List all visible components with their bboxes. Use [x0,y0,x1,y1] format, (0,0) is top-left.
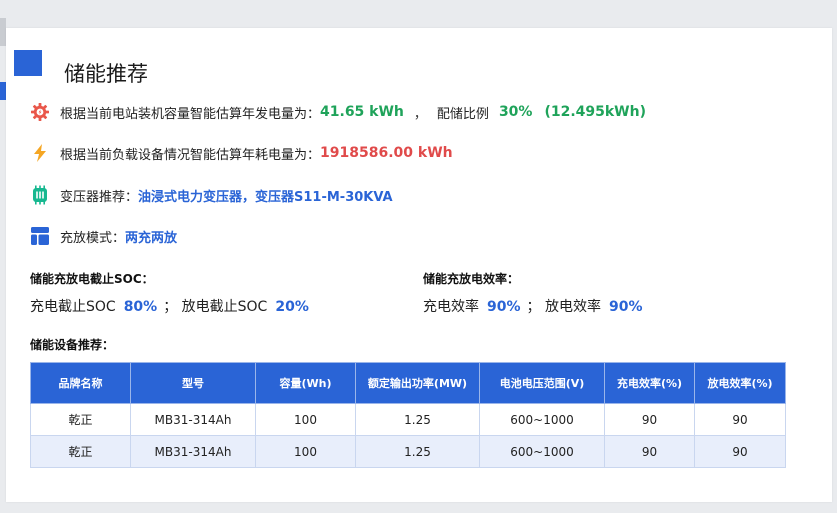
title-accent-square [14,50,42,76]
consumption-row: 根据当前负载设备情况智能估算年耗电量为： 1918586.00 kWh [30,140,453,166]
cell-discharge-efficiency: 90 [694,403,786,436]
efficiency-heading: 储能充放电效率： [423,272,520,286]
soc-separator: ； [163,299,178,315]
transformer-label: 变压器推荐： [60,189,139,205]
efficiency-line: 充电效率 90% ； 放电效率 90% [423,296,648,316]
column-header-charge-efficiency: 充电效率(%) [604,362,695,404]
generation-separator: ， [413,106,427,122]
efficiency-discharge-value: 90% [608,299,643,315]
column-header-brand: 品牌名称 [30,362,131,404]
storage-ratio-label: 配储比例 [436,106,489,122]
table-header-row: 品牌名称 型号 容量(Wh) 额定输出功率(MW) 电池电压范围(V) 充电效率… [30,362,786,404]
efficiency-discharge-label: 放电效率 [544,299,601,315]
storage-ratio-detail: (12.495kWh) [544,104,646,120]
cell-voltage-range: 600~1000 [479,403,605,436]
cell-charge-efficiency: 90 [604,435,695,468]
generation-value: 41.65 kWh [320,104,404,120]
soc-discharge-label: 放电截止SOC [181,299,268,315]
soc-charge-label: 充电截止SOC [30,299,116,315]
generation-row: 根据当前电站装机容量智能估算年发电量为： 41.65 kWh ， 配储比例 30… [30,99,646,125]
cell-discharge-efficiency: 90 [694,435,786,468]
cell-charge-efficiency: 90 [604,403,695,436]
column-header-model: 型号 [130,362,256,404]
consumption-value: 1918586.00 kWh [320,145,453,161]
chip-icon [30,185,50,205]
cell-model: MB31-314Ah [130,403,256,436]
efficiency-charge-label: 充电效率 [423,299,479,315]
charge-mode-value: 两充两放 [125,230,178,246]
table-row[interactable]: 乾正 MB31-314Ah 100 1.25 600~1000 90 90 [30,435,786,468]
lightning-icon [30,143,50,163]
layout-icon [30,226,50,246]
column-header-capacity: 容量(Wh) [255,362,356,404]
soc-line: 充电截止SOC 80% ； 放电截止SOC 20% [30,296,315,316]
cell-voltage-range: 600~1000 [479,435,605,468]
cell-model: MB31-314Ah [130,435,256,468]
soc-charge-value: 80% [123,299,158,315]
generation-label: 根据当前电站装机容量智能估算年发电量为： [60,106,321,122]
table-row[interactable]: 乾正 MB31-314Ah 100 1.25 600~1000 90 90 [30,403,786,436]
efficiency-separator: ； [526,299,541,315]
soc-heading: 储能充放电截止SOC： [30,272,154,286]
column-header-rated-power: 额定输出功率(MW) [355,362,480,404]
page-title: 储能推荐 [64,62,148,86]
cell-rated-power: 1.25 [355,403,480,436]
cell-brand: 乾正 [30,435,131,468]
soc-discharge-value: 20% [275,299,309,315]
cell-capacity: 100 [255,403,356,436]
charge-mode-row: 充放模式： 两充两放 [30,223,177,249]
cell-rated-power: 1.25 [355,435,480,468]
cell-capacity: 100 [255,435,356,468]
column-header-discharge-efficiency: 放电效率(%) [694,362,786,404]
recommendation-panel: 储能推荐 根据当前电站装机容量智能估算年发电量为： 41.65 kWh ， 配储… [6,28,832,502]
equipment-table: 品牌名称 型号 容量(Wh) 额定输出功率(MW) 电池电压范围(V) 充电效率… [30,362,786,468]
storage-ratio-value: 30% [498,104,533,120]
column-header-voltage-range: 电池电压范围(V) [479,362,605,404]
charge-mode-label: 充放模式： [60,230,126,246]
consumption-label: 根据当前负载设备情况智能估算年耗电量为： [60,147,321,163]
transformer-value: 油浸式电力变压器，变压器S11-M-30KVA [138,189,393,205]
gear-icon [30,102,50,122]
transformer-row: 变压器推荐： 油浸式电力变压器，变压器S11-M-30KVA [30,182,393,208]
equipment-heading: 储能设备推荐： [30,338,115,352]
cell-brand: 乾正 [30,403,131,436]
efficiency-charge-value: 90% [487,299,521,315]
